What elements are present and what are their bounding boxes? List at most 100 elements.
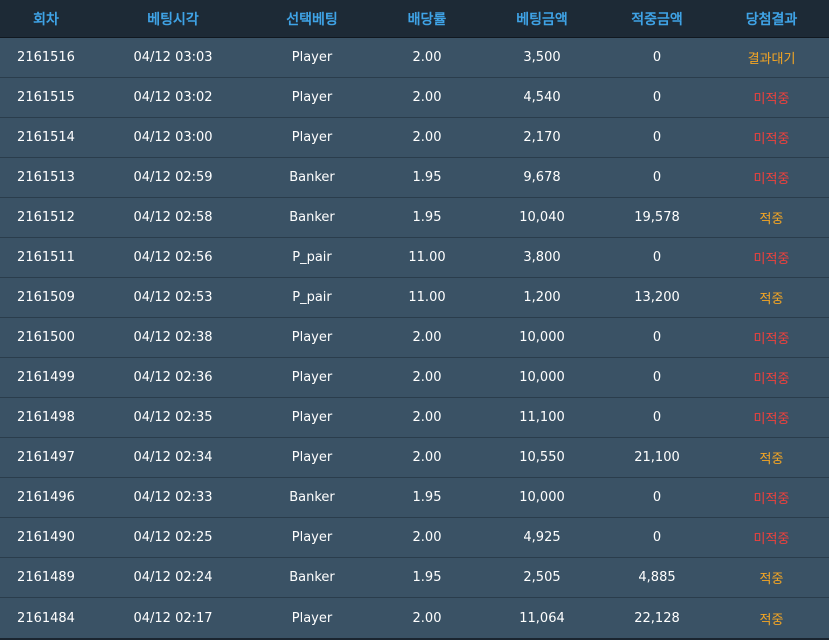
- cell-bet-amount: 9,678: [523, 170, 561, 185]
- table-row: 2161516 04/12 03:03 Player 2.00 3,500 0 결과대기: [0, 38, 829, 78]
- cell-pick: P_pair: [292, 290, 332, 305]
- betting-history-table: 회차 베팅시각 선택베팅 배당률 베팅금액 적중금액 당첨결과 2161516 0…: [0, 0, 829, 640]
- cell-odds: 2.00: [412, 330, 442, 345]
- cell-win-amount: 22,128: [634, 610, 680, 626]
- table-row: 2161500 04/12 02:38 Player 2.00 10,000 0 미적중: [0, 318, 829, 358]
- cell-bet-amount: 1,200: [523, 290, 561, 305]
- cell-round: 2161500: [17, 330, 75, 345]
- cell-win-amount: 0: [652, 130, 662, 145]
- cell-win-amount: 4,885: [638, 570, 676, 585]
- cell-bet-time: 04/12 02:34: [133, 450, 213, 465]
- cell-win-amount: 0: [652, 330, 662, 345]
- cell-result: 미적중: [753, 172, 790, 187]
- cell-round: 2161514: [17, 130, 75, 145]
- cell-win-amount: 21,100: [634, 450, 680, 465]
- cell-win-amount: 0: [652, 250, 662, 265]
- cell-bet-time: 04/12 02:33: [133, 490, 213, 505]
- cell-bet-amount: 10,000: [519, 330, 565, 345]
- cell-round: 2161513: [17, 170, 75, 185]
- cell-round: 2161497: [17, 450, 75, 465]
- table-row: 2161496 04/12 02:33 Banker 1.95 10,000 0 미적중: [0, 478, 829, 518]
- table-row: 2161498 04/12 02:35 Player 2.00 11,100 0 미적중: [0, 398, 829, 438]
- cell-bet-amount: 2,170: [523, 130, 561, 145]
- cell-result: 적중: [759, 452, 784, 467]
- header-result: 당첨결과: [745, 11, 798, 28]
- cell-bet-amount: 4,540: [523, 90, 561, 105]
- cell-result: 미적중: [753, 332, 790, 347]
- cell-bet-amount: 11,064: [519, 610, 565, 626]
- header-odds: 배당률: [407, 11, 447, 28]
- cell-round: 2161511: [17, 250, 75, 265]
- cell-bet-time: 04/12 02:24: [133, 570, 213, 585]
- cell-bet-time: 04/12 02:38: [133, 330, 213, 345]
- cell-pick: Player: [291, 450, 333, 465]
- cell-win-amount: 0: [652, 170, 662, 185]
- cell-bet-time: 04/12 02:17: [133, 610, 213, 626]
- cell-result: 적중: [759, 612, 784, 628]
- header-bet-time: 베팅시각: [147, 11, 199, 28]
- cell-round: 2161498: [17, 410, 75, 425]
- cell-odds: 2.00: [412, 50, 442, 65]
- cell-round: 2161499: [17, 370, 75, 385]
- table-row: 2161511 04/12 02:56 P_pair 11.00 3,800 0 미적중: [0, 238, 829, 278]
- cell-round: 2161496: [17, 490, 75, 505]
- cell-result: 적중: [759, 572, 784, 587]
- cell-round: 2161516: [17, 50, 75, 65]
- cell-win-amount: 0: [652, 490, 662, 505]
- cell-result: 미적중: [753, 92, 790, 107]
- table-row: 2161515 04/12 03:02 Player 2.00 4,540 0 미적중: [0, 78, 829, 118]
- cell-pick: Banker: [289, 490, 335, 505]
- cell-bet-time: 04/12 02:56: [133, 250, 213, 265]
- cell-win-amount: 0: [652, 370, 662, 385]
- cell-win-amount: 0: [652, 410, 662, 425]
- cell-bet-amount: 10,040: [519, 210, 565, 225]
- cell-bet-amount: 10,000: [519, 490, 565, 505]
- cell-odds: 2.00: [412, 90, 442, 105]
- cell-round: 2161515: [17, 90, 75, 105]
- cell-pick: Player: [291, 90, 333, 105]
- cell-odds: 2.00: [412, 450, 442, 465]
- table-row: 2161513 04/12 02:59 Banker 1.95 9,678 0 미적중: [0, 158, 829, 198]
- cell-pick: Player: [291, 530, 333, 545]
- cell-round: 2161484: [17, 610, 75, 626]
- header-win-amount: 적중금액: [631, 11, 683, 28]
- cell-bet-amount: 2,505: [523, 570, 561, 585]
- table-row: 2161499 04/12 02:36 Player 2.00 10,000 0 미적중: [0, 358, 829, 398]
- cell-odds: 1.95: [412, 570, 442, 585]
- header-round: 회차: [33, 11, 59, 28]
- cell-pick: Player: [291, 410, 333, 425]
- cell-bet-amount: 4,925: [523, 530, 561, 545]
- cell-bet-time: 04/12 02:53: [133, 290, 213, 305]
- cell-round: 2161512: [17, 210, 75, 225]
- cell-bet-amount: 10,000: [519, 370, 565, 385]
- cell-win-amount: 19,578: [634, 210, 680, 225]
- cell-pick: Player: [291, 610, 333, 626]
- cell-odds: 2.00: [412, 410, 442, 425]
- table-row: 2161514 04/12 03:00 Player 2.00 2,170 0 미적중: [0, 118, 829, 158]
- cell-win-amount: 0: [652, 50, 662, 65]
- cell-result: 미적중: [753, 252, 790, 267]
- cell-bet-amount: 11,100: [519, 410, 565, 425]
- header-bet-amount: 베팅금액: [516, 11, 568, 28]
- cell-bet-time: 04/12 03:03: [133, 50, 213, 65]
- cell-win-amount: 0: [652, 530, 662, 545]
- cell-result: 미적중: [753, 532, 790, 547]
- cell-pick: Player: [291, 330, 333, 345]
- cell-bet-time: 04/12 02:36: [133, 370, 213, 385]
- cell-result: 결과대기: [747, 52, 796, 67]
- cell-odds: 1.95: [412, 490, 442, 505]
- cell-bet-time: 04/12 02:25: [133, 530, 213, 545]
- table-header: 회차 베팅시각 선택베팅 배당률 베팅금액 적중금액 당첨결과: [0, 0, 829, 38]
- table-row: 2161484 04/12 02:17 Player 2.00 11,064 22,128…: [0, 598, 829, 640]
- cell-pick: Banker: [289, 210, 335, 225]
- cell-bet-amount: 3,500: [523, 50, 561, 65]
- header-pick: 선택베팅: [286, 11, 338, 28]
- cell-round: 2161490: [17, 530, 75, 545]
- table-row: 2161509 04/12 02:53 P_pair 11.00 1,200 13,200…: [0, 278, 829, 318]
- cell-round: 2161509: [17, 290, 75, 305]
- cell-result: 미적중: [753, 492, 790, 507]
- cell-pick: Banker: [289, 170, 335, 185]
- cell-pick: Player: [291, 50, 333, 65]
- cell-odds: 2.00: [412, 370, 442, 385]
- table-row: 2161512 04/12 02:58 Banker 1.95 10,040 19,578…: [0, 198, 829, 238]
